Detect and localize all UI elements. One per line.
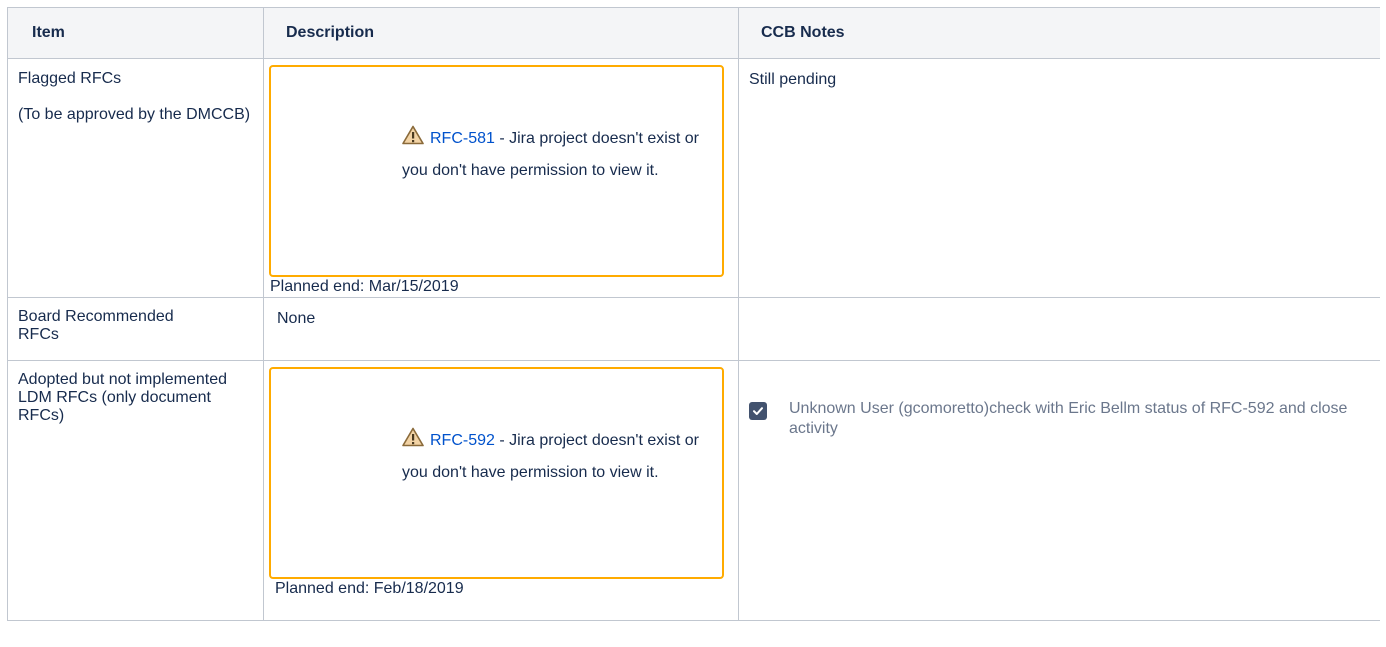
table-row: Board Recommended RFCs None [7,297,1380,361]
item-cell: Adopted but not implemented LDM RFCs (on… [7,360,264,621]
description-cell: RFC-592 - Jira project doesn't exist or … [263,360,739,621]
table-row: Flagged RFCs (To be approved by the DMCC… [7,58,1380,298]
planned-end-date: Planned end: Mar/15/2019 [270,278,459,295]
notes-cell [738,297,1380,361]
item-title: Board Recommended RFCs [18,308,174,343]
jira-message-prefix: - [494,130,510,147]
table-row: Adopted but not implemented LDM RFCs (on… [7,360,1380,621]
item-subtitle: (To be approved by the DMCCB) [18,106,251,123]
item-cell: Board Recommended RFCs [7,297,264,361]
warning-triangle-icon [402,125,424,145]
notes-cell: Still pending [738,58,1380,298]
description-cell: RFC-581 - Jira project doesn't exist or … [263,58,739,298]
planned-end-date: Planned end: Feb/18/2019 [275,580,464,597]
jira-message-prefix: - [494,432,510,449]
jira-issue-box: RFC-581 - Jira project doesn't exist or … [269,65,724,277]
jira-issue-link[interactable]: RFC-581 [430,130,495,147]
notes-cell: Unknown User (gcomoretto)check with Eric… [738,360,1380,621]
jira-issue-content: RFC-592 - Jira project doesn't exist or … [402,425,702,489]
description-cell: None [263,297,739,361]
item-title: Flagged RFCs [18,70,122,87]
header-description: Description [263,7,739,59]
item-cell: Flagged RFCs (To be approved by the DMCC… [7,58,264,298]
ccb-table: Item Description CCB Notes Flagged RFCs … [7,7,1380,621]
jira-issue-content: RFC-581 - Jira project doesn't exist or … [402,123,702,187]
jira-issue-link[interactable]: RFC-592 [430,432,495,449]
notes-text: Still pending [749,71,837,88]
task-item: Unknown User (gcomoretto)check with Eric… [749,399,1370,439]
item-title: Adopted but not implemented LDM RFCs (on… [18,371,228,424]
checkbox-checked-icon[interactable] [749,402,767,420]
jira-issue-box: RFC-592 - Jira project doesn't exist or … [269,367,724,579]
warning-triangle-icon [402,427,424,447]
page-frame: Item Description CCB Notes Flagged RFCs … [7,7,1380,647]
task-text: Unknown User (gcomoretto)check with Eric… [789,400,1348,437]
table-header-row: Item Description CCB Notes [7,7,1380,59]
description-text: None [277,310,316,327]
header-ccb-notes: CCB Notes [738,7,1380,59]
header-item: Item [7,7,264,59]
